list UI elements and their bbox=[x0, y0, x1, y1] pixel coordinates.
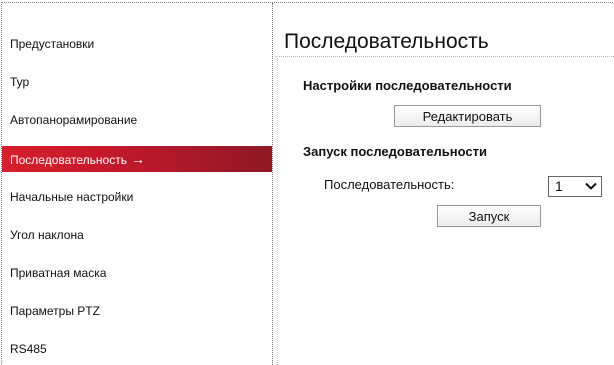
sidebar-item-label: Тур bbox=[10, 75, 30, 89]
chevron-down-icon bbox=[585, 182, 597, 190]
sequence-select[interactable]: 1 bbox=[548, 176, 602, 197]
sidebar-item-privacy-mask[interactable]: Приватная маска bbox=[2, 260, 272, 286]
sidebar-item-label: Начальные настройки bbox=[10, 190, 134, 204]
sidebar-item-label: Параметры PTZ bbox=[10, 304, 100, 318]
page-title: Последовательность bbox=[284, 30, 489, 53]
sidebar-item-label: Угол наклона bbox=[10, 228, 84, 242]
sidebar-item-label: Предустановки bbox=[10, 37, 95, 51]
sidebar-item-initial-settings[interactable]: Начальные настройки bbox=[2, 184, 272, 210]
sidebar-item-label: Последовательность bbox=[10, 153, 127, 167]
sidebar-item-autopan[interactable]: Автопанорамирование bbox=[2, 107, 272, 133]
sidebar-item-tour[interactable]: Тур bbox=[2, 69, 272, 95]
sequence-label: Последовательность: bbox=[324, 177, 455, 192]
arrow-right-icon: → bbox=[130, 151, 145, 167]
sidebar-item-presets[interactable]: Предустановки bbox=[2, 31, 272, 57]
settings-heading: Настройки последовательности bbox=[303, 78, 512, 93]
sidebar-item-label: Автопанорамирование bbox=[10, 113, 138, 127]
sidebar-item-rs485[interactable]: RS485 bbox=[2, 336, 272, 362]
sequence-select-value: 1 bbox=[555, 178, 563, 194]
edit-button[interactable]: Редактировать bbox=[394, 105, 541, 127]
sidebar-item-ptz-params[interactable]: Параметры PTZ bbox=[2, 298, 272, 324]
sidebar-item-tilt-angle[interactable]: Угол наклона bbox=[2, 222, 272, 248]
sidebar-item-label: RS485 bbox=[10, 342, 47, 356]
run-heading: Запуск последовательности bbox=[303, 144, 487, 159]
title-divider bbox=[275, 56, 614, 57]
run-button[interactable]: Запуск bbox=[437, 205, 541, 227]
sidebar-item-label: Приватная маска bbox=[10, 266, 107, 280]
sidebar-item-sequence[interactable]: Последовательность → bbox=[2, 146, 272, 172]
sidebar-menu: Предустановки Тур Автопанорамирование По… bbox=[2, 3, 273, 365]
